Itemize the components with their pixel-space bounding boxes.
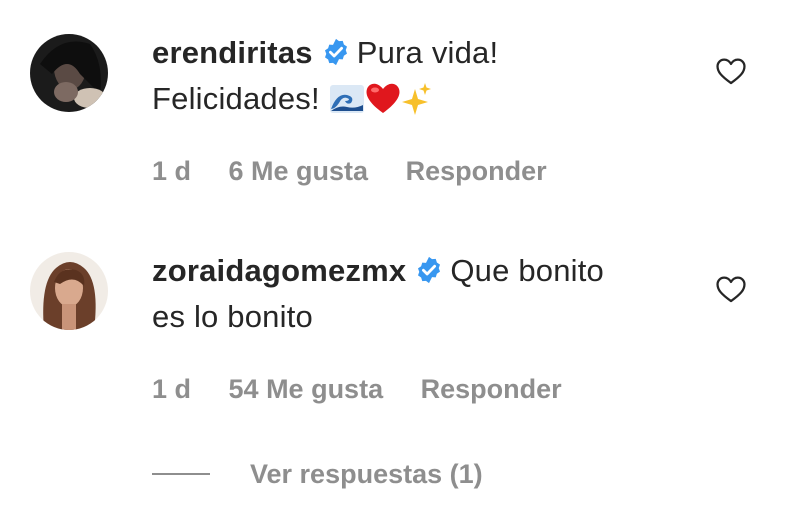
- wave-emoji-icon: [329, 85, 364, 113]
- comment-meta: 1 d 6 Me gusta Responder: [152, 156, 577, 187]
- avatar[interactable]: [30, 252, 108, 330]
- divider-line: [152, 473, 210, 475]
- comment-text-line2: Felicidades!: [152, 81, 320, 116]
- comment-likes-count[interactable]: 6 Me gusta: [229, 156, 369, 186]
- verified-badge-icon: [324, 38, 347, 66]
- red-heart-emoji-icon: [366, 83, 400, 113]
- comment-time[interactable]: 1 d: [152, 156, 191, 186]
- comment-meta: 1 d 54 Me gusta Responder: [152, 374, 592, 405]
- avatar[interactable]: [30, 34, 108, 112]
- heart-outline-icon[interactable]: [714, 54, 748, 88]
- verified-badge-icon: [418, 256, 441, 284]
- comment-time[interactable]: 1 d: [152, 374, 191, 404]
- view-replies-button[interactable]: Ver respuestas (1): [152, 456, 483, 492]
- comment-username[interactable]: zoraidagomezmx: [152, 253, 406, 288]
- comment-text-line2: es lo bonito: [152, 299, 313, 334]
- sparkles-emoji-icon: [401, 83, 431, 115]
- comment-username[interactable]: erendiritas: [152, 35, 313, 70]
- reply-button[interactable]: Responder: [421, 374, 562, 404]
- comment-text-line1: Pura vida!: [356, 35, 499, 70]
- view-replies-label: Ver respuestas (1): [250, 458, 483, 489]
- comment-text-line1: Que bonito: [450, 253, 604, 288]
- comment-likes-count[interactable]: 54 Me gusta: [229, 374, 384, 404]
- heart-outline-icon[interactable]: [714, 272, 748, 306]
- reply-button[interactable]: Responder: [406, 156, 547, 186]
